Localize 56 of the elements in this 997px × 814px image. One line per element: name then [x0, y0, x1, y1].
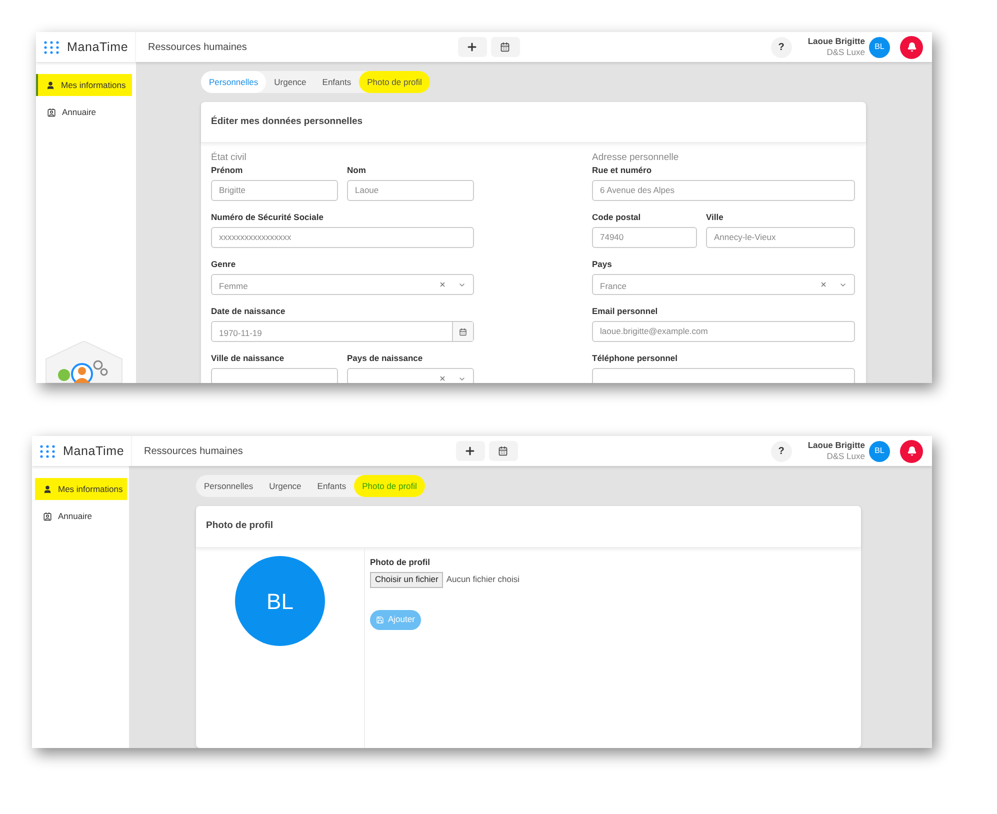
card-title: Photo de profil — [206, 519, 274, 534]
date-field[interactable]: 1970-11-19 — [211, 321, 474, 342]
field-label: Pays — [592, 259, 613, 270]
add-button[interactable]: Ajouter — [370, 610, 421, 630]
section-heading: État civil — [211, 151, 248, 165]
tab[interactable]: Enfants — [314, 71, 360, 93]
file-button[interactable]: Choisir un fichier — [370, 572, 444, 588]
input-field[interactable]: Laoue — [347, 180, 474, 201]
field-label: Pays de naissance — [347, 353, 424, 364]
select-field[interactable]: France — [592, 274, 855, 295]
input-field[interactable]: Brigitte — [211, 180, 338, 201]
field-label: Code postal — [592, 212, 642, 223]
input-field[interactable]: laoue.brigitte@example.com — [592, 321, 855, 342]
input-field[interactable]: 74940 — [592, 227, 697, 248]
tab[interactable]: Urgence — [266, 71, 314, 93]
sidebar-item[interactable]: Mes informations — [36, 74, 132, 96]
section-title: Ressources humaines — [148, 40, 247, 54]
tab[interactable]: Personnelles — [201, 71, 266, 93]
field-label: Email personnel — [592, 306, 659, 317]
field-label: Prénom — [211, 165, 244, 176]
help-button[interactable]: ? — [770, 36, 792, 58]
user-name: Laoue Brigitte — [808, 36, 865, 47]
field-label: Photo de profil — [370, 556, 430, 569]
card-title: Éditer mes données personnelles — [211, 114, 363, 129]
section-heading: Adresse personnelle — [592, 151, 680, 165]
help-button[interactable]: ? — [770, 440, 792, 462]
select-field[interactable]: Femme — [211, 274, 474, 295]
field-label: Rue et numéro — [592, 165, 653, 176]
company-name: D&S Luxe — [826, 47, 865, 58]
tab[interactable]: Photo de profil — [354, 475, 425, 497]
tab[interactable]: Urgence — [261, 475, 310, 497]
field-label: Nom — [347, 165, 367, 176]
file-status: Aucun fichier choisi — [446, 573, 520, 586]
section-title: Ressources humaines — [144, 444, 243, 458]
field-label: Téléphone personnel — [592, 353, 678, 364]
sidebar-item[interactable]: Annuaire — [39, 101, 100, 123]
sidebar-item[interactable]: Annuaire — [35, 505, 96, 527]
input-field[interactable]: xxxxxxxxxxxxxxxxx — [211, 227, 474, 248]
app-logo: ManaTime — [63, 442, 124, 460]
field-label: Date de naissance — [211, 306, 286, 317]
user-name: Laoue Brigitte — [808, 440, 865, 451]
tab[interactable]: Photo de profil — [359, 71, 430, 93]
field-label: Numéro de Sécurité Sociale — [211, 212, 324, 223]
tab[interactable]: Enfants — [309, 475, 354, 497]
company-name: D&S Luxe — [826, 451, 865, 462]
input-field[interactable]: Annecy-le-Vieux — [706, 227, 855, 248]
user-avatar[interactable]: BL — [869, 36, 890, 58]
tab[interactable]: Personnelles — [196, 475, 262, 497]
input-field[interactable]: 6 Avenue des Alpes — [592, 180, 855, 201]
field-label: Genre — [211, 259, 237, 270]
field-label: Ville de naissance — [211, 353, 286, 364]
user-avatar[interactable]: BL — [869, 440, 890, 462]
field-label: Ville — [706, 212, 724, 223]
app-logo: ManaTime — [67, 38, 128, 56]
profile-avatar: BL — [235, 556, 325, 646]
sidebar-item[interactable]: Mes informations — [35, 478, 127, 500]
